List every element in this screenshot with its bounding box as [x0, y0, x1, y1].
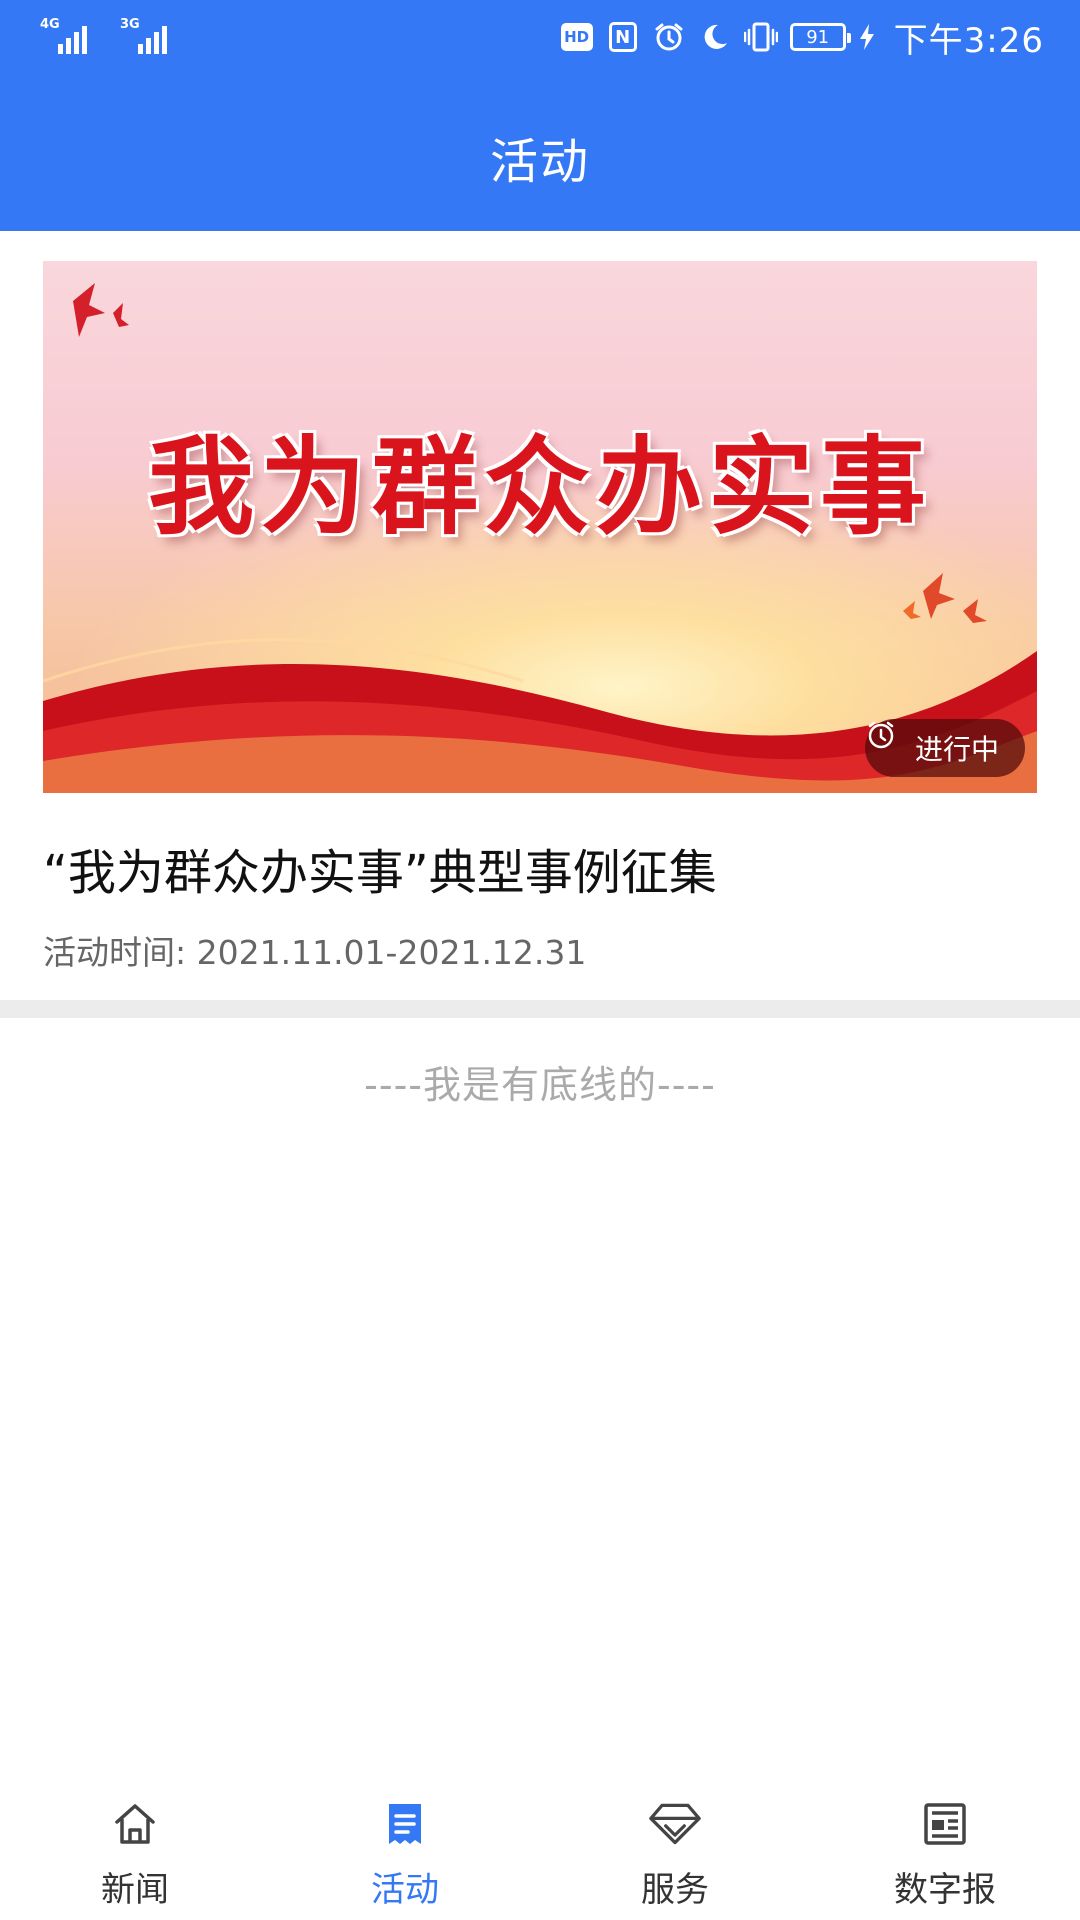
do-not-disturb-icon — [698, 20, 732, 54]
battery-icon: 91 — [789, 23, 851, 51]
nav-item-activity[interactable]: 活动 — [270, 1770, 540, 1920]
nav-item-news[interactable]: 新闻 — [0, 1770, 270, 1920]
page-title: 活动 — [489, 134, 590, 190]
status-bar-left: 4G 3G — [40, 16, 180, 56]
vibrate-icon — [743, 20, 778, 54]
status-bar-right: HD N 91 下午3:26 — [560, 14, 1044, 61]
newspaper-icon — [919, 1798, 971, 1850]
banner-headline: 我为群众办实事 — [148, 426, 932, 549]
status-badge: 进行中 — [864, 719, 1025, 777]
network-type-label: 3G — [120, 17, 140, 32]
nav-label: 服务 — [641, 1870, 709, 1910]
battery-level: 91 — [806, 26, 830, 48]
nav-label: 新闻 — [101, 1870, 169, 1910]
nav-item-service[interactable]: 服务 — [540, 1770, 810, 1920]
signal-4g-icon: 4G — [40, 18, 100, 56]
bottom-nav: 新闻 活动 服务 数字报 — [0, 1770, 1080, 1920]
activity-card[interactable]: 我为群众办实事 进行中 “我为群众办实事”典型事例征集 活动时间: 2021.1… — [0, 231, 1080, 1001]
alarm-icon — [652, 20, 686, 54]
nav-label: 活动 — [371, 1870, 439, 1910]
section-divider — [0, 1000, 1080, 1018]
nav-item-newspaper[interactable]: 数字报 — [810, 1770, 1080, 1920]
nfc-label: N — [608, 22, 637, 52]
status-badge-label: 进行中 — [914, 733, 999, 766]
end-of-list-text: ----我是有底线的---- — [364, 1063, 716, 1107]
network-type-label: 4G — [40, 17, 60, 32]
charging-icon — [858, 20, 876, 54]
status-time: 下午3:26 — [893, 20, 1044, 61]
hd-icon: HD — [560, 20, 594, 54]
activity-banner-image[interactable]: 我为群众办实事 进行中 — [43, 261, 1037, 793]
activity-screen: 4G 3G HD N 91 下午3:26 活动 我为群众办实事 进行中 “我为群… — [0, 0, 1080, 1920]
nfc-icon: N — [606, 20, 640, 54]
signal-3g-icon: 3G — [120, 18, 180, 56]
service-icon — [649, 1798, 701, 1850]
activity-icon — [379, 1798, 431, 1850]
activity-title[interactable]: “我为群众办实事”典型事例征集 — [43, 833, 1043, 903]
app-header: 4G 3G HD N 91 下午3:26 活动 — [0, 0, 1080, 231]
home-icon — [109, 1798, 161, 1850]
hd-label: HD — [560, 23, 593, 51]
nav-label: 数字报 — [894, 1870, 996, 1910]
activity-time: 活动时间: 2021.11.01-2021.12.31 — [43, 933, 587, 972]
